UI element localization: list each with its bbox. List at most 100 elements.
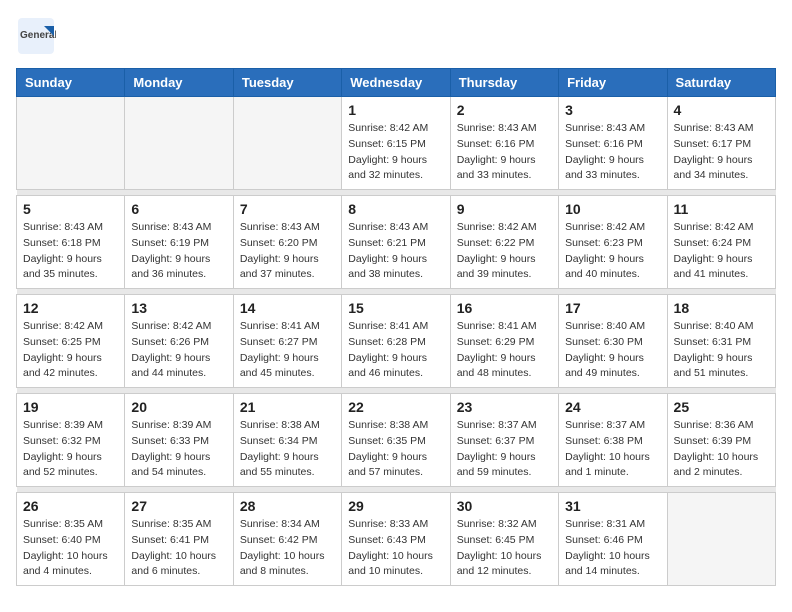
day-number: 3 xyxy=(565,102,660,118)
calendar-cell: 11 Sunrise: 8:42 AM Sunset: 6:24 PM Dayl… xyxy=(667,196,775,289)
calendar-cell xyxy=(667,493,775,586)
day-number: 13 xyxy=(131,300,226,316)
calendar: SundayMondayTuesdayWednesdayThursdayFrid… xyxy=(16,68,776,586)
calendar-cell xyxy=(233,97,341,190)
day-number: 7 xyxy=(240,201,335,217)
day-info: Sunrise: 8:43 AM Sunset: 6:19 PM Dayligh… xyxy=(131,220,226,283)
weekday-header-thursday: Thursday xyxy=(450,69,558,97)
day-info: Sunrise: 8:38 AM Sunset: 6:34 PM Dayligh… xyxy=(240,418,335,481)
day-info: Sunrise: 8:43 AM Sunset: 6:18 PM Dayligh… xyxy=(23,220,118,283)
day-number: 22 xyxy=(348,399,443,415)
day-number: 2 xyxy=(457,102,552,118)
day-info: Sunrise: 8:34 AM Sunset: 6:42 PM Dayligh… xyxy=(240,517,335,580)
day-number: 29 xyxy=(348,498,443,514)
day-info: Sunrise: 8:43 AM Sunset: 6:17 PM Dayligh… xyxy=(674,121,769,184)
calendar-cell: 23 Sunrise: 8:37 AM Sunset: 6:37 PM Dayl… xyxy=(450,394,558,487)
day-number: 14 xyxy=(240,300,335,316)
day-number: 1 xyxy=(348,102,443,118)
day-number: 28 xyxy=(240,498,335,514)
calendar-cell: 25 Sunrise: 8:36 AM Sunset: 6:39 PM Dayl… xyxy=(667,394,775,487)
day-number: 9 xyxy=(457,201,552,217)
calendar-week-1: 1 Sunrise: 8:42 AM Sunset: 6:15 PM Dayli… xyxy=(17,97,776,190)
calendar-cell: 3 Sunrise: 8:43 AM Sunset: 6:16 PM Dayli… xyxy=(559,97,667,190)
day-number: 11 xyxy=(674,201,769,217)
weekday-header-saturday: Saturday xyxy=(667,69,775,97)
day-info: Sunrise: 8:37 AM Sunset: 6:37 PM Dayligh… xyxy=(457,418,552,481)
calendar-cell: 30 Sunrise: 8:32 AM Sunset: 6:45 PM Dayl… xyxy=(450,493,558,586)
calendar-cell: 29 Sunrise: 8:33 AM Sunset: 6:43 PM Dayl… xyxy=(342,493,450,586)
day-info: Sunrise: 8:41 AM Sunset: 6:27 PM Dayligh… xyxy=(240,319,335,382)
day-number: 6 xyxy=(131,201,226,217)
day-info: Sunrise: 8:42 AM Sunset: 6:23 PM Dayligh… xyxy=(565,220,660,283)
day-number: 18 xyxy=(674,300,769,316)
day-number: 12 xyxy=(23,300,118,316)
calendar-cell: 24 Sunrise: 8:37 AM Sunset: 6:38 PM Dayl… xyxy=(559,394,667,487)
calendar-cell: 7 Sunrise: 8:43 AM Sunset: 6:20 PM Dayli… xyxy=(233,196,341,289)
calendar-cell: 12 Sunrise: 8:42 AM Sunset: 6:25 PM Dayl… xyxy=(17,295,125,388)
weekday-header-wednesday: Wednesday xyxy=(342,69,450,97)
calendar-cell: 2 Sunrise: 8:43 AM Sunset: 6:16 PM Dayli… xyxy=(450,97,558,190)
logo: General xyxy=(16,16,60,56)
calendar-header-row: SundayMondayTuesdayWednesdayThursdayFrid… xyxy=(17,69,776,97)
calendar-cell: 22 Sunrise: 8:38 AM Sunset: 6:35 PM Dayl… xyxy=(342,394,450,487)
day-info: Sunrise: 8:35 AM Sunset: 6:41 PM Dayligh… xyxy=(131,517,226,580)
day-number: 23 xyxy=(457,399,552,415)
weekday-header-friday: Friday xyxy=(559,69,667,97)
calendar-cell: 16 Sunrise: 8:41 AM Sunset: 6:29 PM Dayl… xyxy=(450,295,558,388)
day-number: 4 xyxy=(674,102,769,118)
day-number: 31 xyxy=(565,498,660,514)
day-info: Sunrise: 8:42 AM Sunset: 6:25 PM Dayligh… xyxy=(23,319,118,382)
day-info: Sunrise: 8:40 AM Sunset: 6:31 PM Dayligh… xyxy=(674,319,769,382)
day-info: Sunrise: 8:41 AM Sunset: 6:29 PM Dayligh… xyxy=(457,319,552,382)
day-number: 8 xyxy=(348,201,443,217)
day-info: Sunrise: 8:36 AM Sunset: 6:39 PM Dayligh… xyxy=(674,418,769,481)
calendar-cell: 5 Sunrise: 8:43 AM Sunset: 6:18 PM Dayli… xyxy=(17,196,125,289)
day-info: Sunrise: 8:42 AM Sunset: 6:22 PM Dayligh… xyxy=(457,220,552,283)
day-number: 20 xyxy=(131,399,226,415)
day-number: 30 xyxy=(457,498,552,514)
day-info: Sunrise: 8:43 AM Sunset: 6:16 PM Dayligh… xyxy=(457,121,552,184)
calendar-cell xyxy=(125,97,233,190)
calendar-cell: 18 Sunrise: 8:40 AM Sunset: 6:31 PM Dayl… xyxy=(667,295,775,388)
logo-icon: General xyxy=(16,16,56,56)
day-number: 15 xyxy=(348,300,443,316)
day-number: 27 xyxy=(131,498,226,514)
calendar-cell: 26 Sunrise: 8:35 AM Sunset: 6:40 PM Dayl… xyxy=(17,493,125,586)
day-info: Sunrise: 8:38 AM Sunset: 6:35 PM Dayligh… xyxy=(348,418,443,481)
calendar-cell: 6 Sunrise: 8:43 AM Sunset: 6:19 PM Dayli… xyxy=(125,196,233,289)
calendar-week-4: 19 Sunrise: 8:39 AM Sunset: 6:32 PM Dayl… xyxy=(17,394,776,487)
day-info: Sunrise: 8:40 AM Sunset: 6:30 PM Dayligh… xyxy=(565,319,660,382)
day-number: 21 xyxy=(240,399,335,415)
day-info: Sunrise: 8:39 AM Sunset: 6:33 PM Dayligh… xyxy=(131,418,226,481)
day-info: Sunrise: 8:43 AM Sunset: 6:16 PM Dayligh… xyxy=(565,121,660,184)
calendar-cell: 28 Sunrise: 8:34 AM Sunset: 6:42 PM Dayl… xyxy=(233,493,341,586)
day-number: 10 xyxy=(565,201,660,217)
calendar-cell: 9 Sunrise: 8:42 AM Sunset: 6:22 PM Dayli… xyxy=(450,196,558,289)
calendar-week-5: 26 Sunrise: 8:35 AM Sunset: 6:40 PM Dayl… xyxy=(17,493,776,586)
calendar-cell: 31 Sunrise: 8:31 AM Sunset: 6:46 PM Dayl… xyxy=(559,493,667,586)
day-info: Sunrise: 8:42 AM Sunset: 6:24 PM Dayligh… xyxy=(674,220,769,283)
day-info: Sunrise: 8:43 AM Sunset: 6:20 PM Dayligh… xyxy=(240,220,335,283)
weekday-header-monday: Monday xyxy=(125,69,233,97)
day-info: Sunrise: 8:42 AM Sunset: 6:26 PM Dayligh… xyxy=(131,319,226,382)
calendar-cell: 8 Sunrise: 8:43 AM Sunset: 6:21 PM Dayli… xyxy=(342,196,450,289)
calendar-cell: 14 Sunrise: 8:41 AM Sunset: 6:27 PM Dayl… xyxy=(233,295,341,388)
calendar-cell: 13 Sunrise: 8:42 AM Sunset: 6:26 PM Dayl… xyxy=(125,295,233,388)
day-number: 19 xyxy=(23,399,118,415)
calendar-cell xyxy=(17,97,125,190)
day-info: Sunrise: 8:42 AM Sunset: 6:15 PM Dayligh… xyxy=(348,121,443,184)
day-info: Sunrise: 8:33 AM Sunset: 6:43 PM Dayligh… xyxy=(348,517,443,580)
calendar-cell: 27 Sunrise: 8:35 AM Sunset: 6:41 PM Dayl… xyxy=(125,493,233,586)
day-info: Sunrise: 8:37 AM Sunset: 6:38 PM Dayligh… xyxy=(565,418,660,481)
day-number: 17 xyxy=(565,300,660,316)
day-info: Sunrise: 8:43 AM Sunset: 6:21 PM Dayligh… xyxy=(348,220,443,283)
calendar-cell: 1 Sunrise: 8:42 AM Sunset: 6:15 PM Dayli… xyxy=(342,97,450,190)
calendar-week-2: 5 Sunrise: 8:43 AM Sunset: 6:18 PM Dayli… xyxy=(17,196,776,289)
calendar-cell: 21 Sunrise: 8:38 AM Sunset: 6:34 PM Dayl… xyxy=(233,394,341,487)
day-info: Sunrise: 8:41 AM Sunset: 6:28 PM Dayligh… xyxy=(348,319,443,382)
calendar-week-3: 12 Sunrise: 8:42 AM Sunset: 6:25 PM Dayl… xyxy=(17,295,776,388)
day-number: 16 xyxy=(457,300,552,316)
day-info: Sunrise: 8:39 AM Sunset: 6:32 PM Dayligh… xyxy=(23,418,118,481)
day-number: 5 xyxy=(23,201,118,217)
weekday-header-tuesday: Tuesday xyxy=(233,69,341,97)
